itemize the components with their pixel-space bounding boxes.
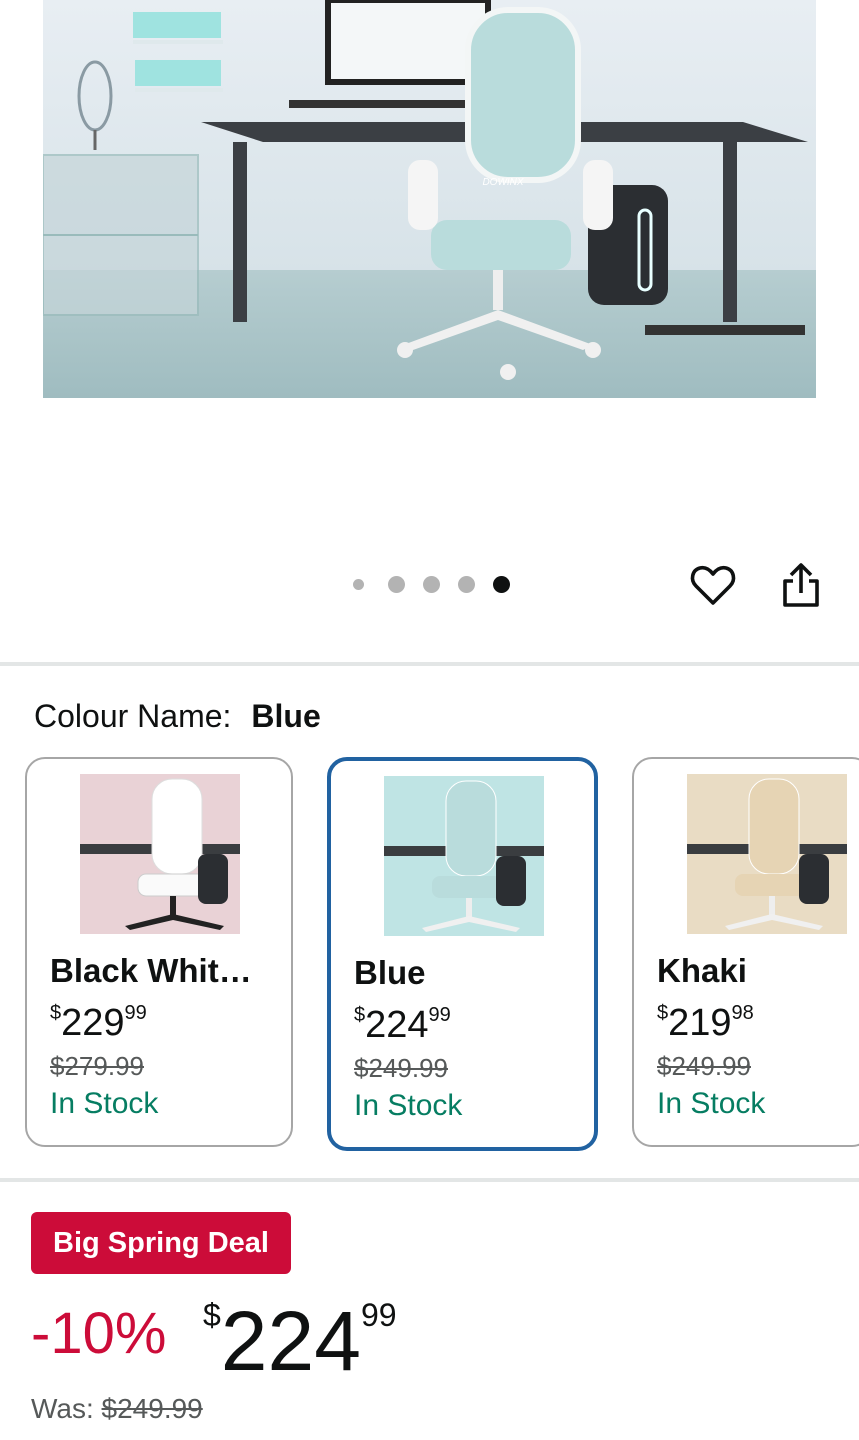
swatch-thumbnail [384, 776, 544, 936]
share-icon [783, 563, 819, 607]
was-price: $249.99 [101, 1393, 203, 1424]
carousel-dot[interactable] [353, 579, 364, 590]
swatch-name: Black Whit… [50, 952, 252, 989]
heart-icon [690, 565, 736, 605]
colour-name-row: Colour Name: Blue [34, 698, 321, 735]
share-button[interactable] [779, 561, 823, 609]
section-divider [0, 1178, 859, 1182]
deal-badge: Big Spring Deal [31, 1212, 291, 1274]
swatch-black-white[interactable]: Black Whit… $22999 $279.99 In Stock [25, 757, 293, 1147]
swatch-was-price: $249.99 [657, 1051, 751, 1081]
was-label: Was: [31, 1393, 94, 1424]
gaming-chair-photo: DOWINX [43, 0, 816, 398]
swatch-name: Blue [354, 954, 426, 991]
current-price: $22499 [203, 1294, 397, 1388]
swatch-was-price: $279.99 [50, 1051, 144, 1081]
colour-name-value: Blue [251, 698, 321, 734]
svg-text:DOWINX: DOWINX [482, 177, 523, 188]
swatch-price: $22499 [354, 1004, 451, 1046]
swatch-was-price: $249.99 [354, 1053, 448, 1083]
swatch-name: Khaki [657, 952, 747, 989]
carousel-dot-active[interactable] [493, 576, 510, 593]
product-photo[interactable]: DOWINX [43, 0, 816, 398]
discount-percent: -10% [31, 1301, 167, 1366]
swatch-price: $22999 [50, 1002, 147, 1044]
carousel-page-indicator[interactable] [350, 576, 528, 593]
colour-name-label: Colour Name: [34, 698, 232, 734]
carousel-dot[interactable] [423, 576, 440, 593]
swatch-stock-status: In Stock [657, 1087, 766, 1120]
swatch-khaki[interactable]: Khaki $21998 $249.99 In Stock [632, 757, 859, 1147]
section-divider [0, 662, 859, 666]
swatch-thumbnail [687, 774, 847, 934]
product-image-carousel[interactable]: DOWINX [0, 0, 859, 660]
was-price-row: Was: $249.99 [31, 1393, 203, 1425]
carousel-dot[interactable] [458, 576, 475, 593]
wishlist-button[interactable] [689, 561, 737, 609]
carousel-dot[interactable] [388, 576, 405, 593]
swatch-stock-status: In Stock [50, 1087, 159, 1120]
swatch-thumbnail [80, 774, 240, 934]
swatch-price: $21998 [657, 1002, 754, 1044]
swatch-stock-status: In Stock [354, 1089, 463, 1122]
swatch-blue[interactable]: Blue $22499 $249.99 In Stock [327, 757, 598, 1151]
